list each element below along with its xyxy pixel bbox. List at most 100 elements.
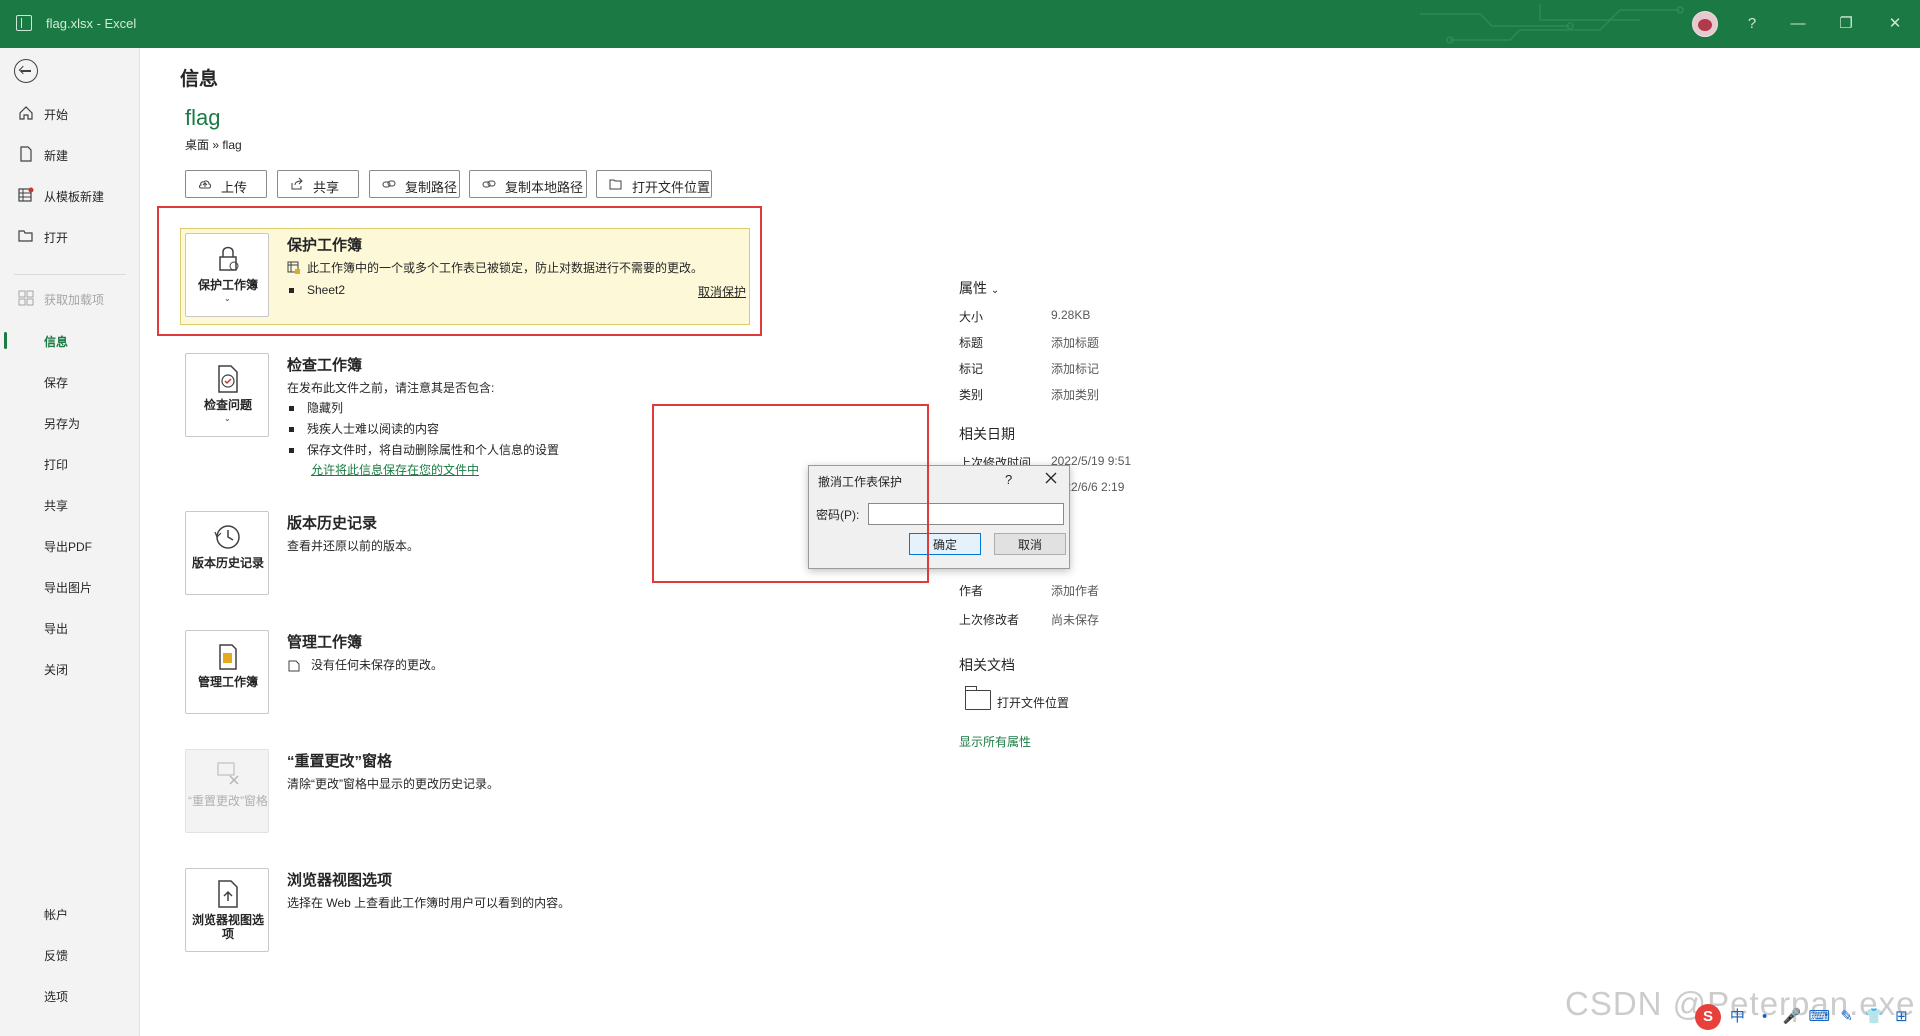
chevron-down-icon: ⌄: [224, 414, 231, 423]
inspect-document-icon: [218, 365, 238, 393]
related-docs-heading: 相关文档: [959, 657, 1015, 673]
dialog-help-button[interactable]: ?: [1005, 472, 1012, 487]
version-history-description: 查看并还原以前的版本。: [287, 539, 420, 553]
nav-item-info[interactable]: 信息: [0, 325, 139, 355]
upload-icon: [199, 180, 211, 189]
lock-icon: [219, 246, 239, 271]
ime-menu-icon[interactable]: ⊞: [1890, 1007, 1912, 1027]
breadcrumb: 桌面 » flag: [185, 138, 242, 152]
share-icon: [291, 177, 303, 190]
close-icon[interactable]: [1043, 470, 1059, 486]
copy-path-button[interactable]: 复制路径: [369, 170, 460, 198]
nav-item-account[interactable]: 帐户: [0, 898, 139, 928]
file-name: flag: [185, 105, 221, 130]
inspect-bullet: 隐藏列: [289, 399, 343, 416]
circuit-pattern: [1420, 4, 1684, 44]
browser-view-options-tile[interactable]: 浏览器视图选项: [185, 868, 269, 952]
property-row: 大小 9.28KB: [959, 308, 1091, 324]
home-icon: [19, 106, 33, 120]
inspect-title: 检查工作簿: [287, 357, 363, 374]
annotation-highlight-dialog: [652, 404, 929, 583]
ime-toolbar: S 中 • 🎤 ⌨ ✎ 👕 ⊞: [1695, 1004, 1920, 1032]
show-all-properties-link[interactable]: 显示所有属性: [959, 733, 1259, 751]
manage-document-icon: [219, 644, 237, 670]
nav-item-options[interactable]: 选项: [0, 980, 139, 1010]
properties-heading[interactable]: 属性 ⌄: [959, 278, 999, 298]
nav-item-close[interactable]: 关闭: [0, 653, 139, 683]
chevron-down-icon: ⌄: [224, 294, 231, 303]
window-title: flag.xlsx - Excel: [46, 16, 137, 31]
info-page: 信息 flag 桌面 » flag 上传 共享 复制路径 复制本地路径 打开文件…: [141, 48, 1920, 1036]
property-row[interactable]: 标题 添加标题: [959, 334, 1259, 352]
cancel-button[interactable]: 取消: [994, 533, 1066, 555]
nav-item-new[interactable]: 新建: [0, 139, 139, 169]
nav-item-print[interactable]: 打印: [0, 448, 139, 478]
nav-item-share[interactable]: 共享: [0, 489, 139, 519]
inspect-bullet: 残疾人士难以阅读的内容: [289, 420, 439, 437]
ime-voice-icon[interactable]: 🎤: [1781, 1007, 1803, 1027]
copy-local-path-button[interactable]: 复制本地路径: [469, 170, 587, 198]
open-folder-icon: [18, 230, 33, 242]
inspect-bullet: 保存文件时，将自动删除属性和个人信息的设置: [289, 441, 559, 458]
ime-skin-icon[interactable]: 👕: [1863, 1007, 1885, 1027]
excel-app-icon: [16, 15, 32, 31]
related-dates-heading: 相关日期: [959, 426, 1015, 442]
ime-handwrite-icon[interactable]: ✎: [1836, 1007, 1858, 1027]
open-file-location-button[interactable]: 打开文件位置: [596, 170, 712, 198]
nav-divider: [14, 274, 126, 275]
help-button[interactable]: ?: [1740, 12, 1764, 36]
browser-view-description: 选择在 Web 上查看此工作簿时用户可以看到的内容。: [287, 896, 571, 910]
protect-workbook-tile[interactable]: 保护工作簿 ⌄: [185, 233, 269, 317]
history-clock-icon: [214, 525, 240, 549]
nav-item-export-pdf[interactable]: 导出PDF: [0, 530, 139, 560]
title-bar: flag.xlsx - Excel ? — ❐ ✕: [0, 0, 1920, 48]
protect-description: 此工作簿中的一个或多个工作表已被锁定，防止对数据进行不需要的更改。: [307, 261, 704, 275]
nav-item-addins: 获取加载项: [0, 283, 139, 313]
people-row[interactable]: 作者 添加作者: [959, 582, 1259, 600]
back-arrow-icon[interactable]: [14, 59, 38, 83]
share-button[interactable]: 共享: [277, 170, 359, 198]
nav-item-export-image[interactable]: 导出图片: [0, 571, 139, 601]
protected-sheet-item: Sheet2: [289, 283, 345, 297]
ime-keyboard-icon[interactable]: ⌨: [1808, 1007, 1831, 1027]
sogou-logo-icon[interactable]: S: [1695, 1004, 1721, 1030]
open-folder-icon: [609, 179, 622, 190]
open-file-location-link[interactable]: 打开文件位置: [997, 694, 1297, 712]
ime-punct-icon[interactable]: •: [1754, 1008, 1776, 1028]
nav-item-feedback[interactable]: 反馈: [0, 939, 139, 969]
browser-view-title: 浏览器视图选项: [287, 872, 393, 889]
nav-item-open[interactable]: 打开: [0, 221, 139, 251]
nav-item-template[interactable]: 从模板新建: [0, 180, 139, 210]
allow-save-info-link[interactable]: 允许将此信息保存在您的文件中: [311, 461, 479, 478]
ime-lang-icon[interactable]: 中: [1726, 1005, 1748, 1025]
upload-button[interactable]: 上传: [185, 170, 267, 198]
user-avatar[interactable]: [1692, 11, 1718, 37]
protect-title: 保护工作簿: [287, 237, 363, 254]
new-document-icon: [20, 146, 32, 162]
manage-workbook-tile[interactable]: 管理工作簿: [185, 630, 269, 714]
link-icon: [382, 180, 396, 188]
nav-item-home[interactable]: 开始: [0, 98, 139, 128]
nav-item-save-as[interactable]: 另存为: [0, 407, 139, 437]
property-row[interactable]: 类别 添加类别: [959, 386, 1259, 404]
browser-document-icon: [218, 880, 238, 908]
restore-button[interactable]: ❐: [1834, 12, 1858, 36]
version-history-title: 版本历史记录: [287, 515, 378, 532]
property-row[interactable]: 标记 添加标记: [959, 360, 1259, 378]
manage-workbook-description: 没有任何未保存的更改。: [311, 658, 444, 672]
unprotect-link[interactable]: 取消保护: [698, 283, 746, 300]
backstage-nav: 开始 新建 从模板新建 打开 获取加载项 信息 保存 另存为 打印 共享 导出P…: [0, 48, 140, 1036]
page-title: 信息: [180, 69, 219, 90]
addins-icon: [18, 290, 34, 306]
nav-item-export[interactable]: 导出: [0, 612, 139, 642]
check-for-issues-tile[interactable]: 检查问题 ⌄: [185, 353, 269, 437]
close-window-button[interactable]: ✕: [1883, 12, 1907, 36]
reset-changes-icon: [217, 762, 239, 785]
nav-item-save[interactable]: 保存: [0, 366, 139, 396]
reset-changes-title: “重置更改”窗格: [287, 753, 393, 770]
template-icon: [18, 187, 34, 202]
sheet-lock-icon: [287, 261, 300, 274]
inspect-description: 在发布此文件之前，请注意其是否包含:: [287, 381, 495, 395]
version-history-tile[interactable]: 版本历史记录: [185, 511, 269, 595]
minimize-button[interactable]: —: [1786, 12, 1810, 36]
